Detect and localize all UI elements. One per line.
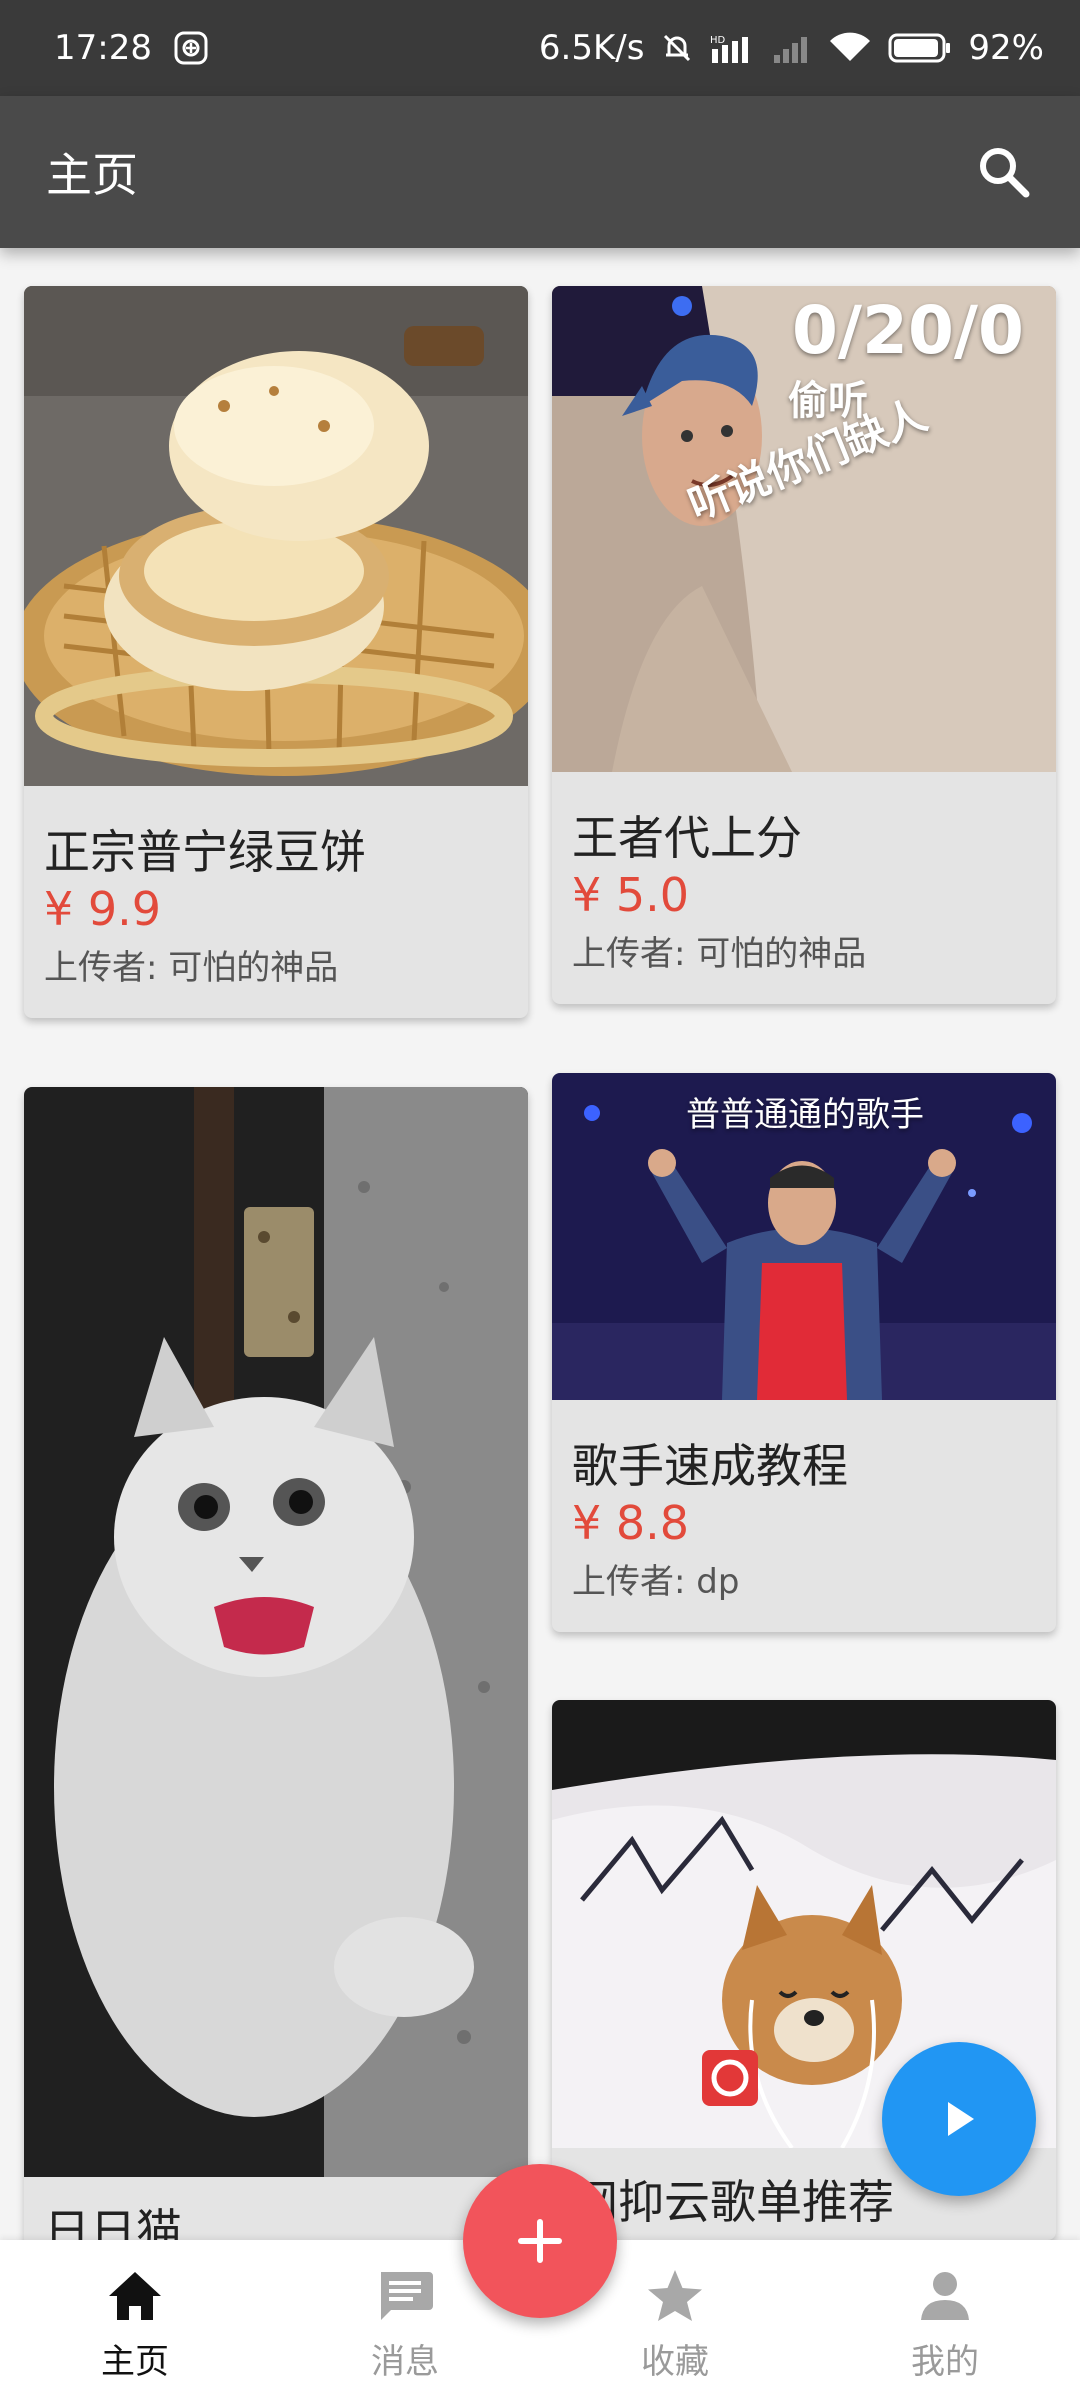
- nav-label: 消息: [371, 2342, 439, 2382]
- plus-icon: [518, 2219, 562, 2263]
- home-icon: [109, 2272, 161, 2320]
- net-speed: 6.5K/s: [538, 28, 645, 68]
- battery-percent: 92%: [968, 28, 1044, 68]
- product-image: [24, 1087, 528, 2177]
- card-price: ¥ 8.8: [572, 1496, 690, 1550]
- bell-muted-icon: [660, 31, 694, 65]
- card-title: 王者代上分: [572, 811, 802, 865]
- card-body: 王者代上分 ¥ 5.0 上传者: 可怕的神品: [552, 772, 1056, 1004]
- card-uploader: 上传者: 可怕的神品: [44, 948, 339, 988]
- product-image: [24, 286, 528, 786]
- card-uploader: 上传者: dp: [572, 1562, 740, 1602]
- card-uploader: 上传者: 可怕的神品: [572, 934, 867, 974]
- play-icon: [948, 2102, 974, 2136]
- image-caption: 0/20/0: [792, 292, 1024, 369]
- app-notification-icon: [174, 31, 208, 65]
- nav-label: 主页: [101, 2342, 169, 2382]
- card-title: 歌手速成教程: [572, 1439, 848, 1493]
- message-icon: [381, 2272, 433, 2320]
- product-card[interactable]: 日日猫: [24, 1087, 528, 2247]
- search-icon: [980, 148, 1030, 198]
- product-image: 普普通通的歌手: [552, 1073, 1056, 1400]
- search-button[interactable]: [968, 136, 1040, 208]
- product-card[interactable]: 0/20/0 偷听 听说你们缺人 王者代上分 ¥ 5.0 上传者: 可怕的神品: [552, 286, 1056, 1004]
- app-bar: 主页: [0, 96, 1080, 248]
- battery-icon: [888, 31, 952, 65]
- star-icon: [648, 2270, 702, 2321]
- product-card[interactable]: 正宗普宁绿豆饼 ¥ 9.9 上传者: 可怕的神品: [24, 286, 528, 1018]
- card-body: 正宗普宁绿豆饼 ¥ 9.9 上传者: 可怕的神品: [24, 786, 528, 1018]
- nav-label: 我的: [911, 2342, 979, 2382]
- card-price: ¥ 9.9: [44, 882, 162, 936]
- play-button[interactable]: [882, 2042, 1036, 2196]
- product-image: 0/20/0 偷听 听说你们缺人: [552, 286, 1056, 772]
- product-card[interactable]: 普普通通的歌手 歌手速成教程 ¥ 8.8 上传者: dp: [552, 1073, 1056, 1632]
- hd-signal-icon: HD: [710, 31, 756, 65]
- card-body: 歌手速成教程 ¥ 8.8 上传者: dp: [552, 1400, 1056, 1632]
- page-title: 主页: [46, 148, 138, 202]
- add-button[interactable]: [463, 2164, 617, 2318]
- status-time: 17:28: [54, 28, 152, 68]
- image-caption: 普普通通的歌手: [686, 1095, 924, 1135]
- card-body: 日日猫: [24, 2177, 528, 2247]
- signal-weak-icon: [772, 31, 812, 65]
- card-title: 正宗普宁绿豆饼: [44, 825, 366, 879]
- person-icon: [921, 2272, 969, 2320]
- svg-text:HD: HD: [710, 35, 726, 46]
- nav-home[interactable]: 主页: [0, 2240, 270, 2400]
- status-bar: 17:28 6.5K/s HD 92%: [0, 0, 1080, 96]
- wifi-icon: [828, 31, 872, 65]
- nav-label: 收藏: [641, 2342, 709, 2382]
- card-price: ¥ 5.0: [572, 868, 690, 922]
- nav-profile[interactable]: 我的: [810, 2240, 1080, 2400]
